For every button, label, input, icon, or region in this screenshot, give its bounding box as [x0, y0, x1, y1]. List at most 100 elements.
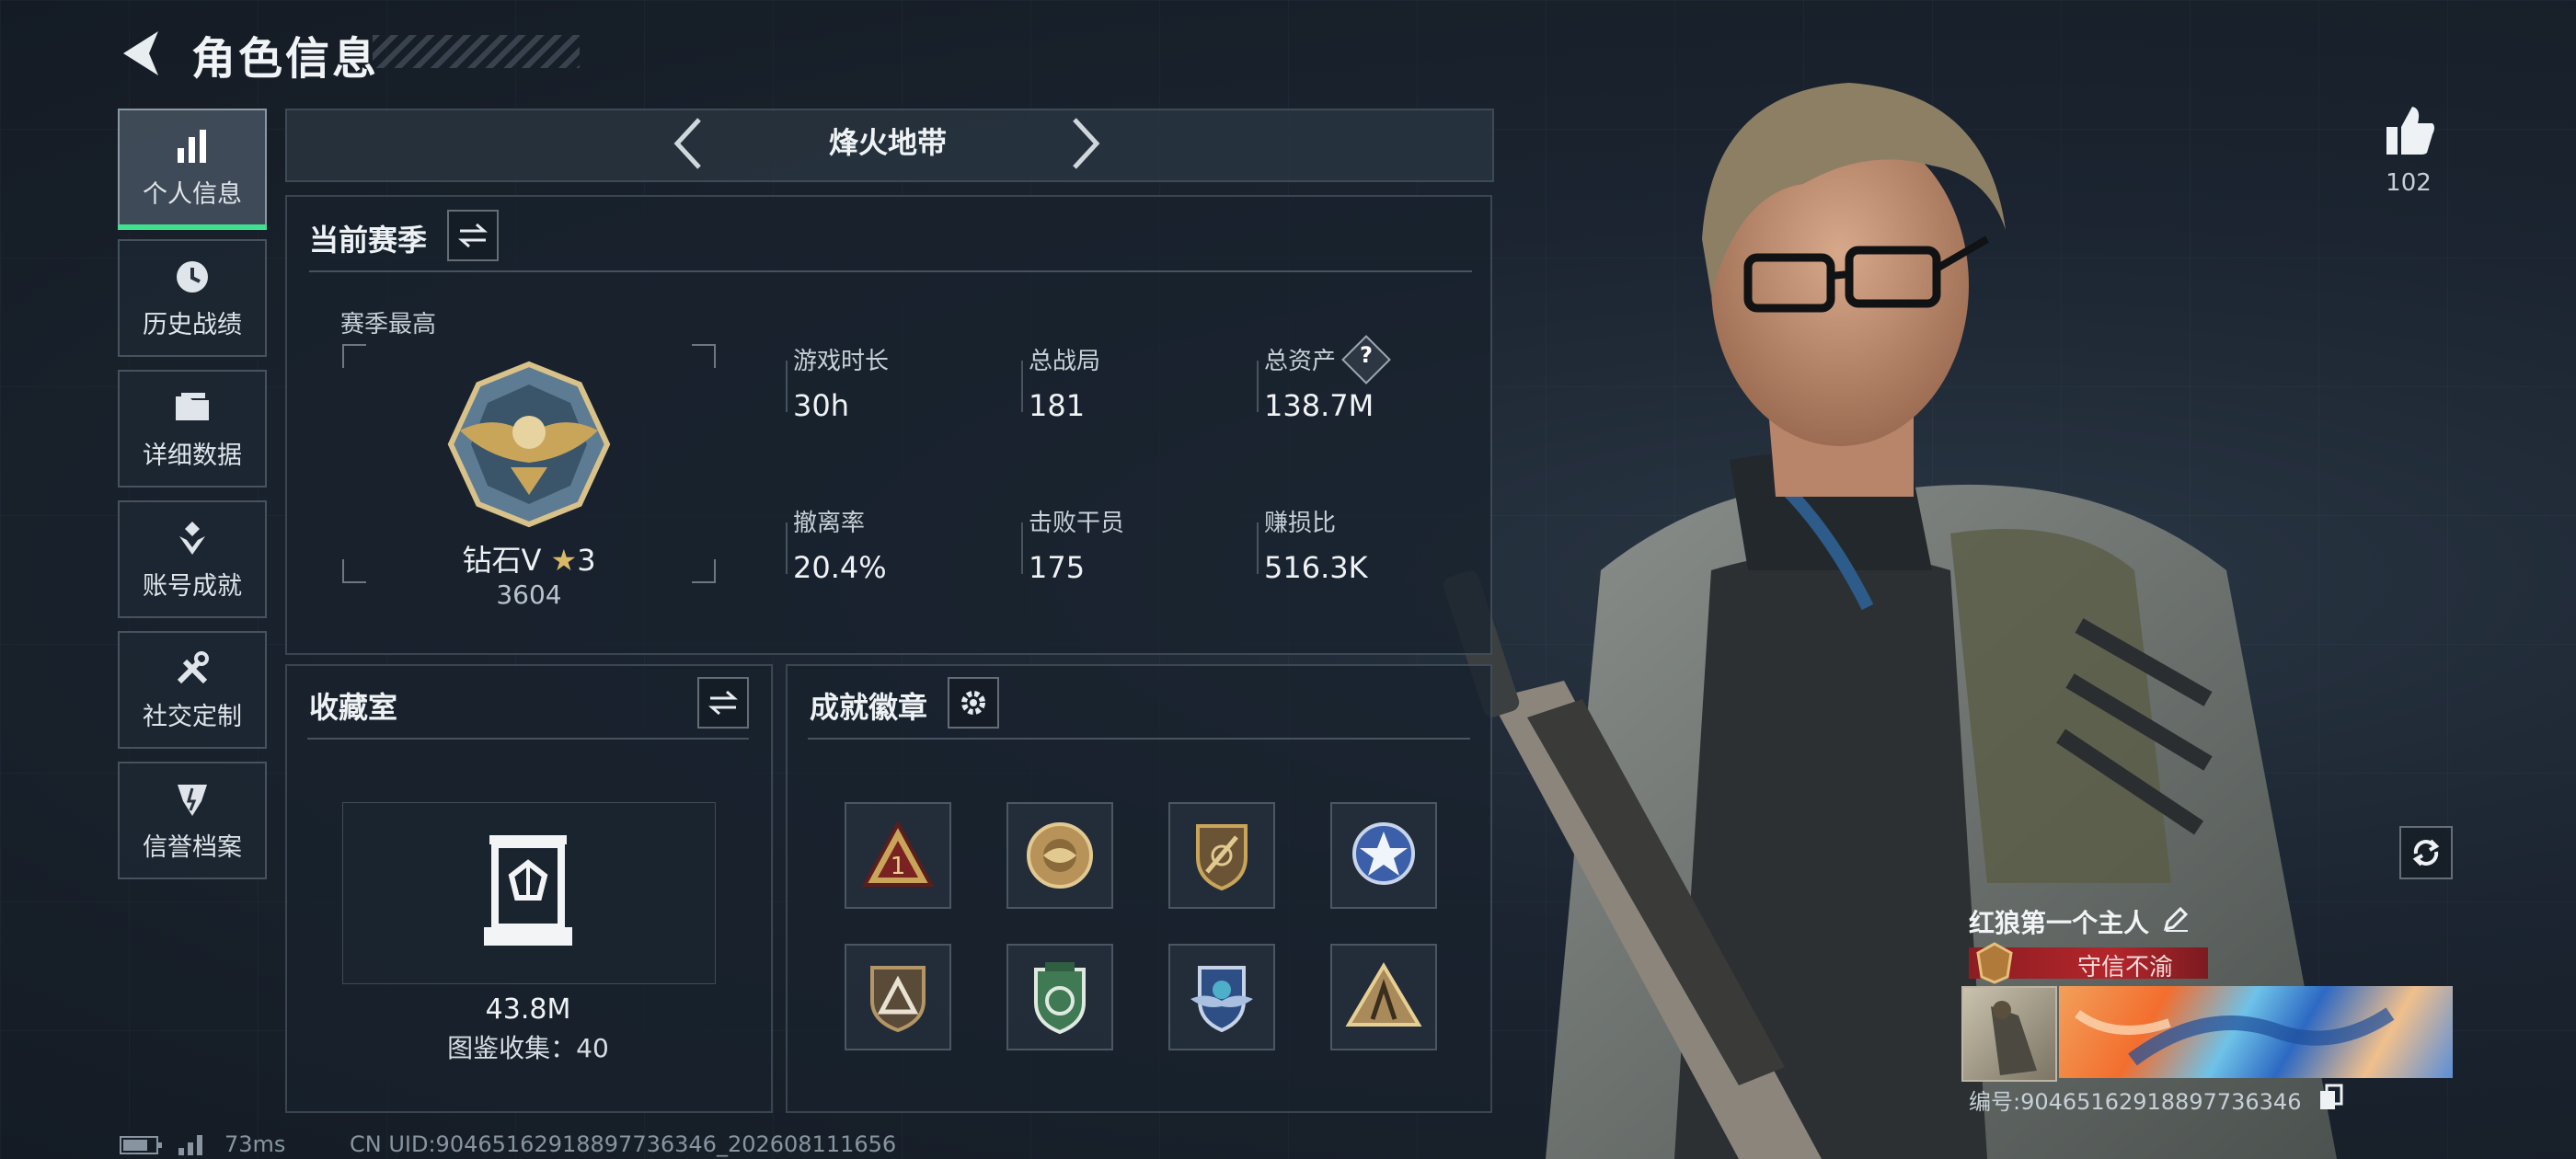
divider [808, 738, 1470, 740]
divider [307, 738, 749, 740]
battery-icon [120, 1136, 162, 1154]
sidebar-item-detail-data[interactable]: 详细数据 [118, 370, 267, 488]
badge-item[interactable] [1330, 802, 1437, 909]
sidebar-item-label: 详细数据 [143, 441, 242, 470]
like-count: 102 [2386, 169, 2432, 197]
back-arrow-icon[interactable] [118, 28, 164, 79]
motto-emblem-icon [1976, 942, 2013, 984]
mode-tab-title: 烽火地带 [828, 125, 947, 160]
divider [1021, 361, 1023, 412]
achievement-icon [179, 521, 205, 555]
gear-icon [961, 691, 985, 715]
chevron-left-icon[interactable] [670, 114, 707, 173]
copy-icon[interactable] [2318, 1084, 2344, 1111]
divider [1257, 522, 1259, 574]
title-decoration [373, 35, 580, 68]
uid-text: CN UID:904651629188977363​46_20260811165… [350, 1131, 897, 1157]
stat-label: 击败干员 [1029, 510, 1125, 537]
stat-label: 总资产 [1264, 348, 1337, 375]
season-swap-button[interactable] [447, 210, 499, 261]
gold-triangle-badge-icon [1345, 962, 1422, 1027]
stat-value: 20.4% [793, 550, 887, 585]
rotate-view-button[interactable] [2399, 826, 2453, 879]
gold-round-badge-icon [1027, 822, 1093, 889]
blue-star-badge-icon [1352, 822, 1415, 885]
rank-1-triangle-badge-icon: 1 [861, 820, 935, 887]
badge-item[interactable] [1006, 802, 1113, 909]
stat-value: 516.3K [1264, 550, 1368, 585]
sidebar-item-label: 历史战绩 [143, 310, 242, 339]
sidebar-item-credit[interactable]: 信誉档案 [118, 762, 267, 879]
frame-corner [692, 559, 716, 583]
rank-line: 钻石V ★3 [405, 537, 653, 580]
star-icon: ★ [550, 543, 578, 578]
divider [1257, 361, 1259, 412]
chevron-right-icon[interactable] [1067, 114, 1104, 173]
badge-item[interactable]: 1 [845, 802, 951, 909]
folder-icon [176, 392, 209, 420]
stat-value: 175 [1029, 550, 1086, 585]
sidebar-item-achievement[interactable]: 账号成就 [118, 500, 267, 618]
banner-art [2075, 1007, 2395, 1066]
player-id: 编号:904651629188977363​46 [1969, 1089, 2302, 1115]
green-shield-badge-icon [1034, 962, 1086, 1035]
player-banner-card[interactable] [2059, 986, 2453, 1078]
stat-value: 30h [793, 388, 849, 423]
badge-item[interactable] [1330, 944, 1437, 1050]
badge-item[interactable] [1168, 802, 1275, 909]
player-name: 红狼第一个主人 [1969, 908, 2150, 938]
sidebar-item-social[interactable]: 社交定制 [118, 631, 267, 749]
season-title: 当前赛季 [309, 223, 428, 258]
divider [786, 361, 788, 412]
tri-shield-badge-icon [870, 966, 926, 1033]
collection-value: 43.8M [485, 993, 571, 1026]
swap-icon [458, 223, 488, 248]
catalog-count: 图鉴收集：40 [447, 1033, 609, 1063]
bar-chart-icon [178, 129, 206, 163]
badge-item[interactable] [845, 944, 951, 1050]
credit-shield-icon [178, 784, 207, 816]
rank-score: 3604 [496, 580, 562, 610]
ping-text: 73ms [224, 1131, 286, 1157]
player-avatar[interactable] [1961, 986, 2057, 1082]
rank-name: 钻石V [462, 543, 542, 578]
rank-stars: 3 [577, 543, 596, 578]
frame-corner [692, 344, 716, 368]
player-motto: 守信不渝 [2076, 954, 2173, 981]
avatar-figure-icon [1991, 1001, 2037, 1075]
sidebar-item-label: 社交定制 [143, 702, 242, 731]
sidebar-item-label: 账号成就 [143, 571, 242, 601]
sword-shield-badge-icon [1196, 824, 1248, 891]
sidebar-item-label: 信誉档案 [143, 832, 242, 862]
diamond-rank-emblem-icon [447, 361, 611, 528]
badge-item[interactable] [1006, 944, 1113, 1050]
help-icon: ? [1360, 342, 1373, 368]
swap-icon [708, 690, 738, 716]
divider [1021, 522, 1023, 574]
badges-title: 成就徽章 [810, 690, 928, 725]
stat-value: 181 [1029, 388, 1086, 423]
edit-pencil-icon[interactable] [2162, 905, 2190, 933]
stat-label: 总战局 [1029, 348, 1101, 375]
wrench-tools-icon [177, 650, 209, 683]
stat-label: 赚损比 [1264, 510, 1337, 537]
frame-corner [342, 559, 366, 583]
signal-icon [178, 1135, 202, 1155]
thumbs-up-icon[interactable] [2381, 103, 2436, 158]
frame-corner [342, 344, 366, 368]
sidebar-item-personal-info[interactable]: 个人信息 [118, 109, 267, 230]
badge-item[interactable] [1168, 944, 1275, 1050]
collection-title: 收藏室 [309, 690, 398, 725]
badges-settings-button[interactable] [948, 677, 999, 729]
blue-wings-badge-icon [1190, 966, 1253, 1033]
display-case-icon [484, 835, 572, 946]
refresh-icon [2412, 839, 2440, 866]
sidebar-item-history[interactable]: 历史战绩 [118, 239, 267, 357]
stat-label: 游戏时长 [793, 348, 890, 375]
stat-value: 138.7M [1264, 388, 1374, 423]
stat-label: 撤离率 [793, 510, 866, 537]
divider [786, 522, 788, 574]
history-clock-icon [177, 260, 208, 293]
collection-swap-button[interactable] [697, 677, 749, 729]
svg-text:1: 1 [891, 853, 906, 880]
